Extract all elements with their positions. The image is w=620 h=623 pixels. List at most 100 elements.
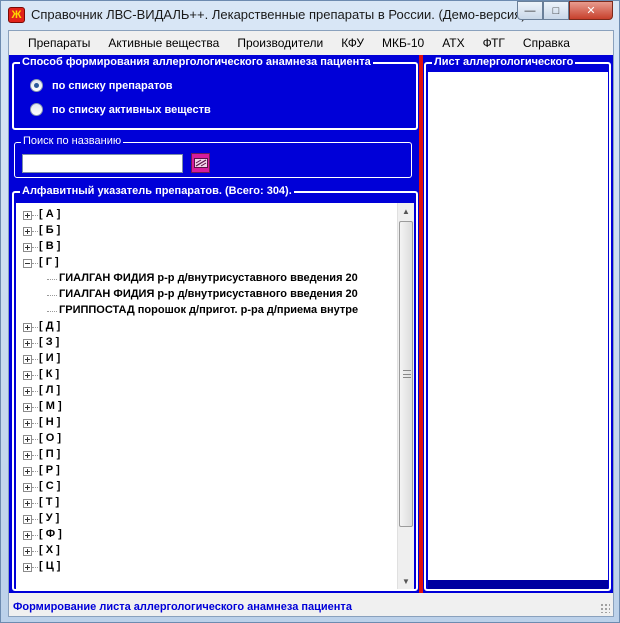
tree-node-label: [ Р ]	[39, 464, 60, 476]
tree-node-expanded[interactable]: [ Г ]	[16, 255, 396, 271]
expand-icon[interactable]	[23, 355, 32, 364]
tree-node-label: [ Ф ]	[39, 528, 62, 540]
tree-node[interactable]: [ Р ]	[16, 463, 396, 479]
radio-button-checked[interactable]	[30, 79, 43, 92]
tree-node[interactable]: [ Н ]	[16, 415, 396, 431]
resize-grip-icon[interactable]	[600, 603, 610, 613]
tree-node[interactable]: [ Л ]	[16, 383, 396, 399]
tree-node[interactable]: [ М ]	[16, 399, 396, 415]
tree-node[interactable]: [ У ]	[16, 511, 396, 527]
close-icon: ✕	[586, 5, 596, 17]
tree-node[interactable]: [ П ]	[16, 447, 396, 463]
tree-node[interactable]: [ Ц ]	[16, 559, 396, 575]
tree-node-label: [ М ]	[39, 400, 62, 412]
tree-node-label: [ С ]	[39, 480, 61, 492]
minimize-icon: —	[524, 4, 536, 17]
menu-preparations[interactable]: Препараты	[19, 31, 99, 55]
app-window: Ж Справочник ЛВС-ВИДАЛЬ++. Лекарственные…	[0, 0, 620, 623]
close-button[interactable]: ✕	[569, 1, 613, 20]
tree-node-label: [ В ]	[39, 240, 61, 252]
scroll-thumb[interactable]	[399, 221, 413, 527]
radio-by-active-substances[interactable]: по списку активных веществ	[30, 103, 211, 116]
preparations-tree[interactable]: [ А ] [ Б ] [ В ] [ Г ] ГИАЛГАН ФИДИЯ р-…	[16, 203, 414, 589]
radio-button-unchecked[interactable]	[30, 103, 43, 116]
expand-icon[interactable]	[23, 499, 32, 508]
menu-kfu[interactable]: КФУ	[332, 31, 373, 55]
expand-icon[interactable]	[23, 243, 32, 252]
tree-group-title: Алфавитный указатель препаратов. (Всего:…	[20, 185, 294, 198]
expand-icon[interactable]	[23, 387, 32, 396]
tree-node-label: [ А ]	[39, 208, 61, 220]
expand-icon[interactable]	[23, 419, 32, 428]
mode-group: Способ формирования аллергологического а…	[12, 56, 418, 130]
expand-icon[interactable]	[23, 227, 32, 236]
main-panel: Способ формирования аллергологического а…	[9, 55, 613, 593]
allergy-list[interactable]	[428, 72, 608, 580]
expand-icon[interactable]	[23, 371, 32, 380]
expand-icon[interactable]	[23, 339, 32, 348]
expand-icon[interactable]	[23, 563, 32, 572]
expand-icon[interactable]	[23, 515, 32, 524]
expand-icon[interactable]	[23, 323, 32, 332]
maximize-icon: □	[552, 4, 560, 17]
title-bar[interactable]: Ж Справочник ЛВС-ВИДАЛЬ++. Лекарственные…	[1, 1, 619, 29]
radio-by-preparations[interactable]: по списку препаратов	[30, 79, 173, 92]
search-button[interactable]	[191, 153, 210, 173]
tree-rows: [ А ] [ Б ] [ В ] [ Г ] ГИАЛГАН ФИДИЯ р-…	[16, 207, 396, 575]
maximize-button[interactable]: □	[543, 1, 569, 20]
expand-icon[interactable]	[23, 483, 32, 492]
tree-vertical-scrollbar[interactable]: ▲ ▼	[397, 203, 414, 589]
tree-node[interactable]: [ И ]	[16, 351, 396, 367]
expand-icon[interactable]	[23, 531, 32, 540]
expand-icon[interactable]	[23, 403, 32, 412]
tree-node[interactable]: [ Б ]	[16, 223, 396, 239]
menu-ftg[interactable]: ФТГ	[474, 31, 514, 55]
tree-node-label: [ К ]	[39, 368, 60, 380]
tree-node[interactable]: [ О ]	[16, 431, 396, 447]
tree-node[interactable]: [ З ]	[16, 335, 396, 351]
tree-node[interactable]: [ Х ]	[16, 543, 396, 559]
allergy-list-footer	[428, 580, 608, 589]
menu-atc[interactable]: АТХ	[433, 31, 473, 55]
tree-node[interactable]: [ Ф ]	[16, 527, 396, 543]
status-text: Формирование листа аллергологического ан…	[13, 600, 352, 613]
tree-leaf[interactable]: ГИАЛГАН ФИДИЯ р-р д/внутрисуставного вве…	[16, 271, 396, 287]
tree-node[interactable]: [ В ]	[16, 239, 396, 255]
scroll-down-icon[interactable]: ▼	[398, 573, 414, 589]
tree-node-label: [ П ]	[39, 448, 61, 460]
expand-icon[interactable]	[23, 547, 32, 556]
tree-node-label: [ Д ]	[39, 320, 61, 332]
menu-bar: Препараты Активные вещества Производител…	[9, 31, 613, 55]
menu-help[interactable]: Справка	[514, 31, 579, 55]
tree-leaf-label: ГИАЛГАН ФИДИЯ р-р д/внутрисуставного вве…	[59, 272, 358, 284]
mode-group-title: Способ формирования аллергологического а…	[20, 56, 373, 69]
tree-node[interactable]: [ А ]	[16, 207, 396, 223]
radio-label: по списку активных веществ	[52, 103, 211, 116]
radio-label: по списку препаратов	[52, 79, 173, 92]
search-group-title: Поиск по названию	[21, 135, 124, 148]
tree-node[interactable]: [ С ]	[16, 479, 396, 495]
tree-leaf[interactable]: ГРИППОСТАД порошок д/пригот. р-ра д/прие…	[16, 303, 396, 319]
expand-icon[interactable]	[23, 451, 32, 460]
search-input[interactable]	[22, 154, 183, 173]
tree-node[interactable]: [ К ]	[16, 367, 396, 383]
menu-active-substances[interactable]: Активные вещества	[99, 31, 228, 55]
tree-node-label: [ Ц ]	[39, 560, 61, 572]
panel-splitter[interactable]	[419, 55, 423, 593]
tree-node-label: [ Н ]	[39, 416, 61, 428]
expand-icon[interactable]	[23, 435, 32, 444]
scroll-up-icon[interactable]: ▲	[398, 203, 414, 219]
window-title: Справочник ЛВС-ВИДАЛЬ++. Лекарственные п…	[31, 7, 530, 22]
tree-leaf[interactable]: ГИАЛГАН ФИДИЯ р-р д/внутрисуставного вве…	[16, 287, 396, 303]
menu-manufacturers[interactable]: Производители	[228, 31, 332, 55]
tree-node-label: [ Л ]	[39, 384, 61, 396]
vidal-logo-icon[interactable]: Ж	[8, 7, 25, 23]
tree-node[interactable]: [ Д ]	[16, 319, 396, 335]
collapse-icon[interactable]	[23, 259, 32, 268]
expand-icon[interactable]	[23, 211, 32, 220]
minimize-button[interactable]: —	[517, 1, 543, 20]
search-group: Поиск по названию	[14, 135, 412, 178]
tree-node[interactable]: [ Т ]	[16, 495, 396, 511]
menu-mkb10[interactable]: МКБ-10	[373, 31, 433, 55]
expand-icon[interactable]	[23, 467, 32, 476]
